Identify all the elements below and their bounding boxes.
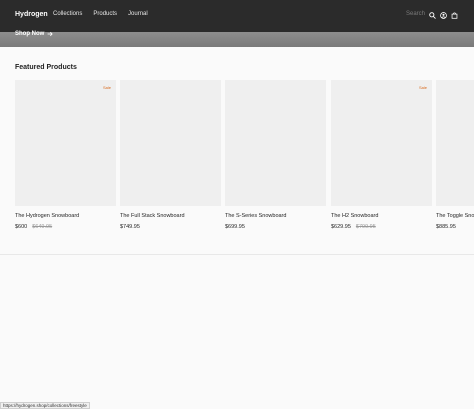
section-divider	[0, 254, 474, 255]
hero-banner	[0, 32, 474, 47]
search-icon[interactable]	[428, 11, 436, 19]
product-image[interactable]	[225, 80, 326, 206]
main-nav: Collections Products Journal	[53, 11, 148, 17]
arrow-right-icon	[47, 31, 53, 37]
compare-price: $649.95	[32, 224, 53, 230]
product-price: $885.95	[436, 224, 456, 230]
status-url: https://hydrogen.shop/collections/freest…	[3, 403, 87, 408]
product-price: $749.95	[120, 224, 140, 230]
shop-now-label: Shop Now	[15, 31, 45, 37]
product-title[interactable]: The Hydrogen Snowboard	[15, 213, 116, 219]
product-title[interactable]: The Full Stack Snowboard	[120, 213, 221, 219]
cart-icon[interactable]	[450, 11, 458, 19]
shop-now-link[interactable]: Shop Now	[15, 31, 53, 37]
account-icon[interactable]	[439, 11, 447, 19]
product-prices: $885.95	[436, 224, 474, 230]
nav-journal[interactable]: Journal	[128, 11, 148, 17]
nav-collections[interactable]: Collections	[53, 11, 82, 17]
site-logo[interactable]: Hydrogen	[15, 11, 48, 18]
site-header: Hydrogen Collections Products Journal Se…	[0, 0, 474, 32]
sale-badge: Sale	[102, 85, 111, 90]
product-prices: $600 $649.95	[15, 224, 116, 230]
product-prices: $629.95 $799.95	[331, 224, 432, 230]
product-image[interactable]: Sale	[15, 80, 116, 206]
product-card[interactable]: The S-Series Snowboard $699.95	[225, 80, 326, 230]
nav-products[interactable]: Products	[93, 11, 117, 17]
product-price: $699.95	[225, 224, 245, 230]
product-title[interactable]: The H2 Snowboard	[331, 213, 432, 219]
sale-badge: Sale	[418, 85, 427, 90]
product-title[interactable]: The S-Series Snowboard	[225, 213, 326, 219]
browser-status-bar: https://hydrogen.shop/collections/freest…	[0, 402, 90, 409]
product-price: $600	[15, 224, 28, 230]
product-card[interactable]: Sale The Hydrogen Snowboard $600 $649.95	[15, 80, 116, 230]
product-image[interactable]	[120, 80, 221, 206]
product-title[interactable]: The Toggle Snowboard	[436, 213, 474, 219]
search-input[interactable]: Search	[406, 11, 425, 17]
product-price: $629.95	[331, 224, 351, 230]
product-card[interactable]: Sale The H2 Snowboard $629.95 $799.95	[331, 80, 432, 230]
product-prices: $699.95	[225, 224, 326, 230]
product-card[interactable]: The Full Stack Snowboard $749.95	[120, 80, 221, 230]
product-card[interactable]: The Toggle Snowboard $885.95	[436, 80, 474, 230]
featured-products-title: Featured Products	[15, 64, 77, 71]
product-prices: $749.95	[120, 224, 221, 230]
compare-price: $799.95	[355, 224, 376, 230]
product-image[interactable]	[436, 80, 474, 206]
product-image[interactable]: Sale	[331, 80, 432, 206]
